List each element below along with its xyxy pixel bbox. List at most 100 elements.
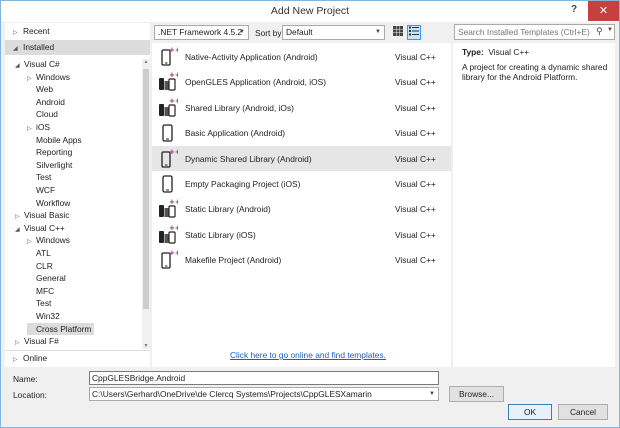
tree-node[interactable]: Win32 xyxy=(27,310,60,323)
close-button[interactable]: ✕ xyxy=(588,1,619,21)
tree-scrollbar[interactable]: ▲ ▼ xyxy=(142,59,150,349)
template-item[interactable]: ++ Makefile Project (Android) Visual C++ xyxy=(152,247,451,272)
tree-node[interactable]: ◢ Visual C++ xyxy=(15,222,65,235)
tree-node[interactable]: Workflow xyxy=(27,197,70,210)
tree-node[interactable]: Android xyxy=(27,96,65,109)
template-item[interactable]: ++ Static Library (iOS) Visual C++ xyxy=(152,222,451,247)
template-details: Type: Visual C++ A project for creating … xyxy=(453,43,615,367)
tree-node[interactable]: Web xyxy=(27,83,53,96)
tree-node[interactable]: Test xyxy=(27,297,51,310)
multi-device-cpp-icon: ++ xyxy=(158,97,181,118)
template-item[interactable]: ++ Static Library (Android) Visual C++ xyxy=(152,196,451,221)
tree-node[interactable]: ◢ Visual C# xyxy=(15,58,60,71)
type-label: Type: xyxy=(462,47,484,57)
scrollbar-thumb[interactable] xyxy=(143,69,149,309)
tree-node[interactable]: ▷ Windows xyxy=(27,234,70,247)
location-value: C:\Users\Gerhard\OneDrive\de Clercq Syst… xyxy=(92,389,372,399)
template-language: Visual C++ xyxy=(395,52,436,62)
template-search[interactable]: ⚲ ▼ xyxy=(454,24,615,40)
chevron-down-icon[interactable]: ▼ xyxy=(607,27,613,33)
tree-node[interactable]: Cloud xyxy=(27,108,58,121)
svg-text:++: ++ xyxy=(169,148,178,156)
tree-node[interactable]: Reporting xyxy=(27,146,72,159)
small-icons-view-button[interactable] xyxy=(391,25,405,40)
sort-label: Sort by: xyxy=(255,28,284,38)
svg-text:++: ++ xyxy=(169,249,178,257)
category-recent[interactable]: ▷ Recent xyxy=(5,24,150,39)
category-installed-label: Installed xyxy=(23,42,55,52)
dialog-title: Add New Project xyxy=(270,5,350,17)
list-view-icon xyxy=(409,26,419,36)
chevron-down-icon: ▼ xyxy=(375,29,381,35)
tree-node-label: Android xyxy=(36,96,65,107)
expand-arrow-icon[interactable]: ▷ xyxy=(15,337,24,350)
category-online[interactable]: ▷ Online xyxy=(5,350,150,365)
template-name: Shared Library (Android, iOs) xyxy=(185,102,294,113)
framework-select[interactable]: .NET Framework 4.5.2 ▼ xyxy=(154,25,249,40)
template-item[interactable]: ++ OpenGLES Application (Android, iOS) Vis… xyxy=(152,69,451,94)
template-item[interactable]: Basic Application (Android) Visual C++ xyxy=(152,120,451,145)
list-view-button[interactable] xyxy=(407,25,421,40)
chevron-down-icon: ▼ xyxy=(429,391,435,397)
expand-arrow-icon[interactable]: ◢ xyxy=(15,60,24,73)
phone-icon xyxy=(158,122,178,143)
help-button[interactable]: ? xyxy=(571,4,577,15)
tree-node[interactable]: WCF xyxy=(27,184,55,197)
tree-node-label: ATL xyxy=(36,248,51,258)
template-description: A project for creating a dynamic shared … xyxy=(462,62,608,82)
search-input[interactable] xyxy=(455,25,593,39)
template-item[interactable]: ++ Native-Activity Application (Android) V… xyxy=(152,44,451,69)
tree-node[interactable]: ▷ Visual Basic xyxy=(15,209,69,222)
svg-text:++: ++ xyxy=(169,97,178,105)
sort-select[interactable]: Default ▼ xyxy=(282,25,385,40)
category-recent-label: Recent xyxy=(23,26,50,36)
tree-node-label: Test xyxy=(36,298,52,309)
ok-button[interactable]: OK xyxy=(508,404,552,420)
tree-node[interactable]: Silverlight xyxy=(27,159,72,172)
multi-device-cpp-icon: ++ xyxy=(158,224,181,245)
tree-node-label: Cross Platform xyxy=(36,323,92,334)
template-name: Dynamic Shared Library (Android) xyxy=(185,153,312,164)
browse-button[interactable]: Browse... xyxy=(449,386,504,402)
chevron-down-icon: ▼ xyxy=(239,29,245,35)
expand-arrow-icon: ▷ xyxy=(13,357,18,363)
category-online-label: Online xyxy=(23,353,48,363)
tree-node[interactable]: ▷ Visual F# xyxy=(15,335,59,348)
online-templates-link[interactable]: Click here to go online and find templat… xyxy=(230,350,386,360)
phone-icon xyxy=(158,173,178,194)
search-icon[interactable]: ⚲ xyxy=(596,26,603,37)
tree-node-label: Test xyxy=(36,172,52,183)
tree-node-label: Workflow xyxy=(36,197,71,208)
scroll-up-icon[interactable]: ▲ xyxy=(142,59,150,65)
svg-text:++: ++ xyxy=(169,198,178,206)
tree-node[interactable]: ▷ Windows xyxy=(27,71,70,84)
phone-cpp-icon: ++ xyxy=(158,46,181,67)
tree-node-label: Visual C# xyxy=(24,59,60,69)
scroll-down-icon[interactable]: ▼ xyxy=(142,343,150,349)
tree-node-label: Visual F# xyxy=(24,336,59,347)
tree-node[interactable]: Cross Platform xyxy=(27,322,95,336)
tree-node[interactable]: ▷ iOS xyxy=(27,121,50,134)
tree-node-label: Windows xyxy=(36,71,70,82)
tree-node-label: Silverlight xyxy=(36,159,73,170)
expand-arrow-icon[interactable]: ◢ xyxy=(15,224,24,237)
location-select[interactable]: C:\Users\Gerhard\OneDrive\de Clercq Syst… xyxy=(89,387,439,401)
template-item[interactable]: Empty Packaging Project (iOS) Visual C++ xyxy=(152,171,451,196)
tree-node-label: WCF xyxy=(36,185,56,195)
add-new-project-dialog: Add New Project ? ✕ ▷ Recent ◢ Installed ◢… xyxy=(0,0,620,428)
tree-node-label: Visual Basic xyxy=(24,210,70,221)
cancel-button[interactable]: Cancel xyxy=(558,404,608,420)
tree-node[interactable]: General xyxy=(27,272,66,285)
framework-value: .NET Framework 4.5.2 xyxy=(158,27,243,37)
template-item[interactable]: ++ Shared Library (Android, iOs) Visual C+… xyxy=(152,95,451,120)
tree-node[interactable]: Test xyxy=(27,171,51,184)
tree-node[interactable]: CLR xyxy=(27,260,53,273)
project-name-field[interactable]: CppGLESBridge.Android xyxy=(89,371,439,385)
template-item[interactable]: ++ Dynamic Shared Library (Android) Visual… xyxy=(152,145,451,171)
category-installed[interactable]: ◢ Installed xyxy=(5,40,150,55)
tree-node[interactable]: Mobile Apps xyxy=(27,134,82,147)
tree-node[interactable]: MFC xyxy=(27,285,54,298)
tree-node[interactable]: ATL xyxy=(27,247,51,260)
multi-device-cpp-icon: ++ xyxy=(158,198,181,219)
tree-node-label: Mobile Apps xyxy=(36,134,82,145)
